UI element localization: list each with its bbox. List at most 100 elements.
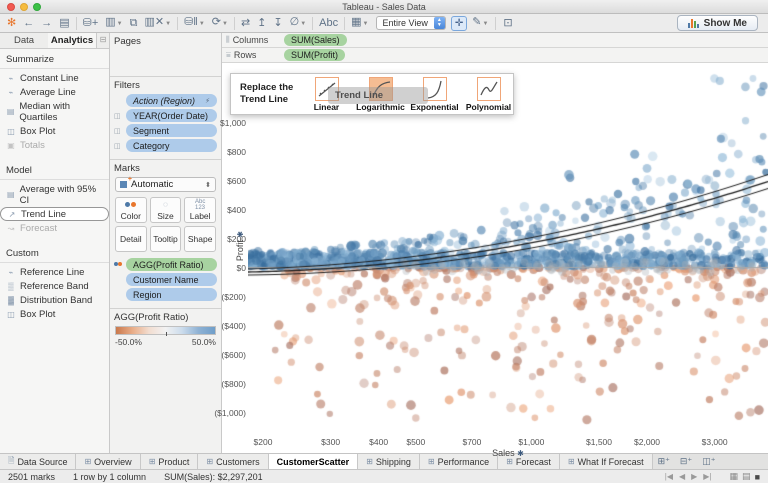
redo-icon: → [41,17,53,29]
sheet-tab-bar: 🗎 Data Source ⊞ Overview ⊞ Product ⊞ Customers C… [0,453,768,469]
sheet-tab-shipping[interactable]: ⊞ Shipping [358,454,420,469]
detail-button-label: Detail [119,234,142,244]
show-mark-labels-button[interactable]: Abc [316,15,341,31]
marks-buttons: Color ◌ Size Abc 123 Label Detail Tooltip [115,197,216,252]
analytics-item-average-line[interactable]: ⌁ Average Line [0,85,109,99]
rows-pill-sum-profit-[interactable]: SUM(Profit) [284,49,345,61]
presentation-mode-button[interactable]: ⊡ [500,15,515,31]
save-button[interactable]: ▤ [56,15,72,31]
sort-descending-icon: ↧ [273,17,283,29]
tooltip-button[interactable]: Tooltip [149,226,182,252]
x-tick-label: $500 [406,437,426,447]
box-plot-icon: ◫ [7,309,15,319]
new-worksheet-button[interactable]: ⊞⁺ [653,454,675,469]
first-sheet-icon[interactable]: |◀ [665,472,673,481]
next-sheet-icon[interactable]: ▶ [691,472,697,481]
run-update-button[interactable]: ⟳▼ [209,14,231,32]
color-button[interactable]: Color [115,197,147,223]
size-button[interactable]: ◌ Size [149,197,182,223]
undo-button[interactable]: ← [20,15,37,31]
show-mark-labels-icon: Abc [319,17,339,29]
add-data-source-button[interactable]: ⛁+ [80,15,102,31]
sheet-tab-label: Overview [94,456,132,467]
sheet-tabs-view-icon[interactable]: ▦ [730,471,739,482]
tab-data[interactable]: Data [0,33,48,48]
auto-updates-button[interactable]: ⛁‖▼ [181,14,208,32]
duplicate-sheet-button[interactable]: ⧉ [127,15,141,31]
sheet-tab-label: What If Forecast [577,456,644,467]
sort-descending-button[interactable]: ↧ [270,15,285,31]
scatter-plot[interactable]: $1,000 $800 $600 $400 $200 $0 ($200) ($400) ($60… [214,63,768,458]
sort-ascending-button[interactable]: ↥ [254,15,269,31]
detail-button[interactable]: Detail [115,226,147,252]
last-sheet-icon[interactable]: ▶| [703,472,711,481]
tab-analytics[interactable]: Analytics [48,33,97,48]
presentation-icon: ⊡ [503,17,513,29]
analytics-item-constant-line[interactable]: ⌁ Constant Line [0,71,109,85]
new-worksheet-button[interactable]: ▥▼ [102,14,125,32]
sheet-tab-data-source[interactable]: 🗎 Data Source [0,454,77,469]
fix-axes-button[interactable]: ✛ [450,15,468,31]
tableau-logo-button[interactable]: ✻ [4,15,19,31]
marks-pill-customer-name[interactable]: Customer Name [126,273,217,286]
trend-option-polynomial[interactable]: Polynomial [465,76,512,112]
analytics-item-distribution-band[interactable]: ▓ Distribution Band [0,293,109,307]
filter-pill-action-region-[interactable]: Action (Region) ⚡ [126,94,217,107]
analytics-item-label: Forecast [20,222,57,234]
color-gradient[interactable] [115,326,216,336]
analytics-item-median-with-quartiles[interactable]: ▤ Median with Quartiles [0,99,109,124]
new-dashboard-button[interactable]: ⊟⁺ [675,454,697,469]
polynomial-trend-icon [476,76,501,101]
prev-sheet-icon[interactable]: ◀ [679,472,685,481]
scatter-canvas[interactable] [248,63,768,433]
group-members-button[interactable]: ∅▼ [287,14,310,32]
analytics-item-average-with-95-ci[interactable]: ▤ Average with 95% CI [0,182,109,207]
redo-button[interactable]: → [38,15,55,31]
sheet-tab-customerscatter[interactable]: CustomerScatter [268,454,359,469]
highlight-button[interactable]: ✎▼ [469,14,491,32]
context-filter-icon: ◫ [114,128,121,135]
swap-axes-button[interactable]: ⇄ [238,15,253,31]
clear-sheet-icon: ▥✕ [144,16,165,28]
sheet-tab-overview[interactable]: ⊞ Overview [76,454,141,469]
mark-type-selector[interactable]: Automatic ⬍ [115,176,216,192]
new-story-button[interactable]: ◫⁺ [697,454,720,469]
y-axis-label[interactable]: Profit ✱ [235,226,245,266]
clear-sheet-button[interactable]: ▥✕▼ [141,14,174,32]
columns-shelf[interactable]: ⫼ Columns SUM(Sales) [222,33,768,48]
mark-type-value: Automatic [131,179,174,190]
x-axis-label[interactable]: Sales ✱ [492,448,524,458]
analytics-item-box-plot[interactable]: ◫ Box Plot [0,124,109,138]
show-me-button[interactable]: Show Me [676,15,758,31]
rows-shelf[interactable]: ⩸ Rows SUM(Profit) [222,48,768,63]
analytics-item-trend-line[interactable]: ↗ Trend Line [0,207,109,221]
analytics-item-box-plot[interactable]: ◫ Box Plot [0,307,109,321]
sheet-tab-what-if-forecast[interactable]: ⊞ What If Forecast [559,454,653,469]
worksheet-grid-icon: ⊞ [148,457,156,466]
status-bar: 2501 marks 1 row by 1 column SUM(Sales):… [0,469,768,483]
sheet-tab-performance[interactable]: ⊞ Performance [419,454,499,469]
fullscreen-view-icon[interactable]: ■ [755,472,760,482]
legend-min: -50.0% [115,337,142,347]
titlebar: Tableau - Sales Data [0,0,768,14]
sheet-tab-label: Data Source [17,456,68,467]
analytics-item-reference-band[interactable]: ▒ Reference Band [0,279,109,293]
filmstrip-view-icon[interactable]: ▤ [742,471,751,482]
pane-minimize-icon[interactable]: ⊟ [97,33,109,48]
sheet-tab-product[interactable]: ⊞ Product [140,454,199,469]
tableau-logo-icon: ✻ [7,17,17,29]
fit-button[interactable]: ▦▼ [348,14,371,32]
toolbar-separator [75,16,77,30]
analytics-item-label: Trend Line [21,208,67,220]
fit-selector[interactable]: Entire View ▲ ▼ [376,16,446,30]
analytics-item-reference-line[interactable]: ⌁ Reference Line [0,265,109,279]
undo-icon: ← [23,17,35,29]
tableau-window: Tableau - Sales Data ✻ ← → ▤ ⛁+ ▥▼ ⧉ ▥✕▼ ⛁‖▼ ⟳▼ ⇄ ↥… [0,0,768,483]
aggregate-summary: SUM(Sales): $2,297,201 [164,471,263,482]
run-update-icon: ⟳ [211,16,221,28]
columns-pill-sum-sales-[interactable]: SUM(Sales) [284,34,347,46]
size-icon: ◌ [163,200,168,209]
sheet-tab-customers[interactable]: ⊞ Customers [198,454,269,469]
x-tick-label: $700 [462,437,482,447]
